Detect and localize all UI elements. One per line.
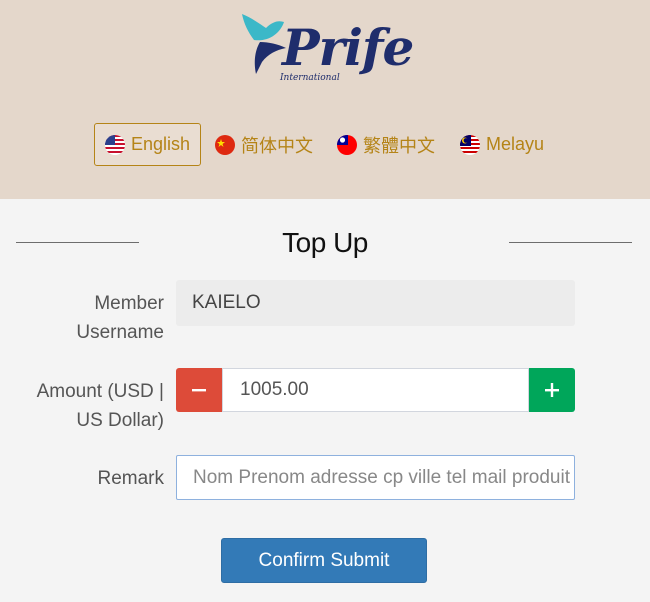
member-username-label: Member Username	[76, 289, 164, 347]
lang-option-simplified-chinese[interactable]: 简体中文	[215, 123, 313, 166]
us-flag-icon	[105, 134, 125, 155]
language-selector: English 简体中文 繁體中文 Melayu	[0, 123, 650, 166]
china-flag-icon	[215, 134, 235, 155]
taiwan-flag-icon	[337, 134, 357, 155]
lang-option-traditional-chinese[interactable]: 繁體中文	[337, 123, 435, 166]
amount-label: Amount (USD | US Dollar)	[37, 377, 164, 435]
remark-label: Remark	[97, 468, 164, 489]
lang-label: 繁體中文	[363, 135, 435, 156]
amount-stepper	[176, 368, 575, 412]
minus-icon	[192, 389, 206, 392]
lang-option-malay[interactable]: Melayu	[460, 123, 544, 166]
label-line: Username	[76, 322, 164, 343]
logo-subtitle: International	[280, 73, 340, 83]
lang-label: English	[131, 134, 191, 154]
label-line: Amount (USD |	[36, 381, 164, 402]
remark-input[interactable]	[176, 455, 575, 500]
increase-amount-button[interactable]	[529, 368, 575, 412]
title-row: Top Up	[0, 225, 650, 261]
label-line: US Dollar)	[76, 410, 164, 431]
page-title: Top Up	[282, 227, 368, 258]
prife-logo[interactable]: Prife International	[238, 12, 418, 86]
confirm-submit-button[interactable]: Confirm Submit	[221, 538, 427, 583]
title-divider-right	[509, 242, 632, 243]
header: Prife International English 简体中文 繁體中文 Me…	[0, 0, 650, 199]
amount-input[interactable]	[222, 368, 529, 412]
member-username-field: KAIELO	[176, 280, 575, 326]
lang-label: Melayu	[486, 134, 545, 154]
logo-wordmark: Prife	[282, 18, 414, 77]
lang-label: 简体中文	[241, 135, 313, 156]
label-line: Member	[94, 293, 164, 314]
malaysia-flag-icon	[460, 134, 480, 155]
plus-icon	[545, 383, 559, 397]
lang-option-english[interactable]: English	[94, 123, 202, 166]
decrease-amount-button[interactable]	[176, 368, 222, 412]
